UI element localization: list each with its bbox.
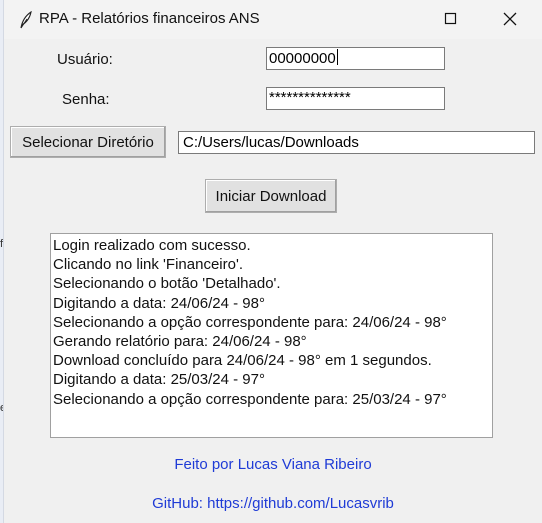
directory-path-field[interactable]: C:/Users/lucas/Downloads [178, 131, 535, 154]
log-line: Clicando no link 'Financeiro'. [53, 256, 243, 274]
text-caret [336, 49, 338, 65]
github-link[interactable]: GitHub: https://github.com/Lucasvrib [4, 495, 542, 512]
start-download-button[interactable]: Iniciar Download [205, 179, 337, 213]
log-output[interactable]: Login realizado com sucesso. Clicando no… [50, 233, 493, 438]
log-line: Digitando a data: 24/06/24 - 98° [53, 294, 265, 312]
log-line: Download concluído para 24/06/24 - 98° e… [53, 352, 432, 370]
username-label: Usuário: [57, 51, 113, 68]
password-field[interactable]: ************** [266, 87, 445, 110]
log-line: Gerando relatório para: 24/06/24 - 98° [53, 333, 307, 351]
log-line: Digitando a data: 25/03/24 - 97° [53, 371, 265, 389]
author-credit: Feito por Lucas Viana Ribeiro [174, 456, 372, 473]
username-field[interactable]: 00000000 [266, 47, 445, 70]
background-edge-text-1: f [0, 238, 4, 250]
close-button[interactable] [487, 0, 533, 39]
title-bar[interactable]: RPA - Relatórios financeiros ANS [4, 0, 542, 39]
maximize-button[interactable] [428, 0, 474, 39]
feather-icon [18, 10, 34, 29]
app-window: RPA - Relatórios financeiros ANS Usuário… [4, 0, 542, 523]
log-line: Selecionando o botão 'Detalhado'. [53, 275, 281, 293]
username-value: 00000000 [269, 50, 336, 67]
window-title: RPA - Relatórios financeiros ANS [39, 10, 260, 27]
log-line: Selecionando a opção correspondente para… [53, 313, 447, 331]
select-directory-button[interactable]: Selecionar Diretório [10, 126, 166, 158]
log-line: Selecionando a opção correspondente para… [53, 390, 447, 408]
log-line: Login realizado com sucesso. [53, 237, 251, 254]
password-label: Senha: [62, 91, 110, 108]
password-value: ************** [269, 89, 351, 106]
directory-path-value: C:/Users/lucas/Downloads [183, 134, 359, 151]
